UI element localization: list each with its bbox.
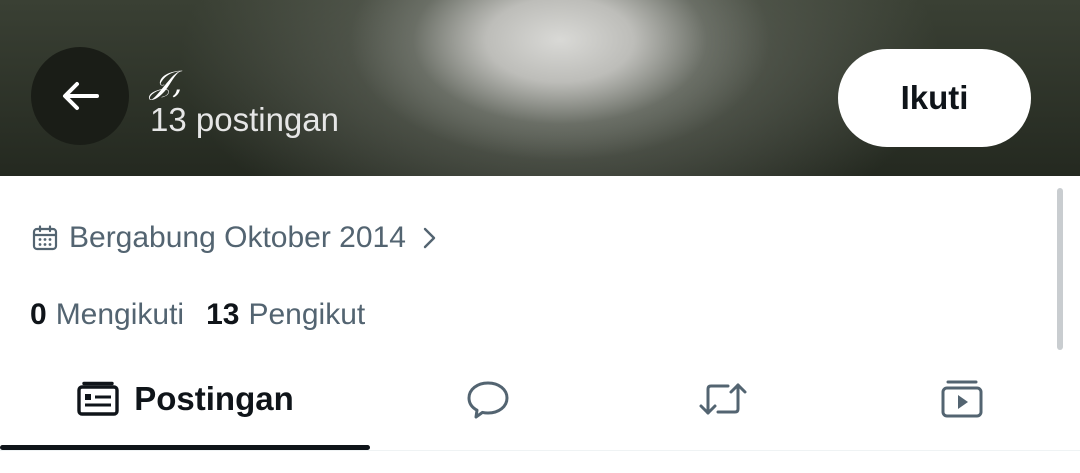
- followers-count: 13: [206, 298, 240, 331]
- calendar-icon: [32, 225, 58, 251]
- tab-posts-label: Postingan: [134, 380, 294, 417]
- tab-posts[interactable]: Postingan: [0, 350, 370, 448]
- tabs-divider: [0, 450, 1080, 451]
- scrollbar[interactable]: [1057, 188, 1063, 350]
- repost-icon: [699, 383, 747, 415]
- followers-link[interactable]: 13 Pengikut: [206, 298, 365, 332]
- following-count: 0: [30, 298, 47, 331]
- posts-icon: [77, 381, 119, 416]
- tab-media[interactable]: [912, 350, 1012, 448]
- profile-display-name: 𝒥,: [150, 63, 183, 101]
- profile-header: 𝒥, 13 postingan Ikuti: [0, 0, 1080, 176]
- media-icon: [941, 380, 983, 418]
- chevron-right-icon: [423, 227, 436, 249]
- following-link[interactable]: 0 Mengikuti: [30, 298, 184, 332]
- followers-label: Pengikut: [248, 298, 366, 331]
- arrow-left-icon: [63, 82, 99, 110]
- follow-button[interactable]: Ikuti: [838, 49, 1031, 147]
- back-button[interactable]: [31, 47, 129, 145]
- follow-stats: 0 Mengikuti 13 Pengikut: [30, 295, 365, 335]
- tab-replies[interactable]: [438, 350, 538, 448]
- following-label: Mengikuti: [55, 298, 185, 331]
- joined-date-text: Bergabung Oktober 2014: [69, 221, 406, 254]
- tab-reposts[interactable]: [673, 350, 773, 448]
- replies-icon: [467, 381, 509, 419]
- post-count: 13 postingan: [150, 101, 339, 138]
- profile-tabs: Postingan: [0, 350, 1080, 450]
- joined-date[interactable]: Bergabung Oktober 2014: [32, 218, 440, 258]
